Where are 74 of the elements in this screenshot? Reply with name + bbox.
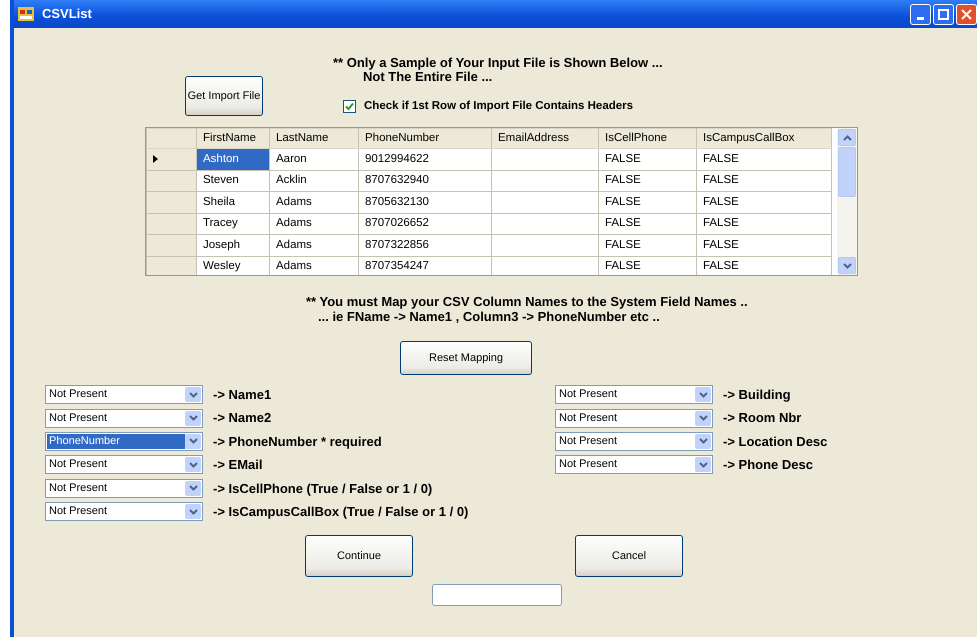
table-cell: FALSE: [696, 192, 832, 213]
column-header[interactable]: FirstName: [196, 128, 270, 148]
mapping-dropdown[interactable]: Not Present: [45, 385, 203, 404]
field-label: -> Room Nbr: [723, 409, 802, 428]
field-label: -> Name2: [213, 409, 272, 428]
field-label: -> PhoneNumber * required: [213, 432, 382, 451]
text-field[interactable]: [432, 584, 562, 606]
field-label: -> Building: [723, 386, 791, 404]
table-cell: FALSE: [696, 148, 832, 170]
app-icon: [18, 7, 34, 21]
table-cell: Adams: [270, 192, 358, 213]
headers-checkbox[interactable]: [343, 100, 356, 114]
column-header[interactable]: PhoneNumber: [358, 128, 492, 148]
table-cell: 8705632130: [358, 192, 492, 213]
mapping-dropdown[interactable]: PhoneNumber: [45, 432, 203, 451]
table-cell: FALSE: [598, 213, 696, 234]
mapping-dropdown[interactable]: Not Present: [555, 408, 713, 428]
scroll-up-button[interactable]: [838, 129, 856, 146]
column-header[interactable]: LastName: [270, 128, 358, 148]
table-cell: Aaron: [270, 148, 358, 170]
table-cell: FALSE: [598, 170, 696, 192]
table-cell: Joseph: [196, 234, 270, 256]
minimize-button[interactable]: [910, 4, 931, 24]
table-cell: Adams: [270, 213, 358, 234]
reset-mapping-button[interactable]: Reset Mapping: [400, 341, 532, 375]
table-cell: 8707632940: [358, 170, 492, 192]
scroll-thumb[interactable]: [838, 147, 856, 197]
table-cell: Tracey: [196, 213, 270, 234]
table-cell: Ashton: [196, 148, 270, 170]
mapping-dropdown[interactable]: Not Present: [45, 502, 203, 522]
close-button[interactable]: [956, 4, 977, 24]
continue-button[interactable]: Continue: [305, 535, 413, 578]
column-header[interactable]: IsCellPhone: [598, 128, 696, 148]
table-cell: Steven: [196, 170, 270, 192]
field-label: -> EMail: [213, 456, 262, 474]
table-cell: 8707026652: [358, 213, 492, 234]
table-cell: Adams: [270, 234, 358, 256]
table-cell: FALSE: [598, 192, 696, 213]
vertical-scrollbar[interactable]: [837, 128, 857, 275]
field-label: -> Name1: [213, 386, 272, 404]
current-row-icon: [153, 154, 158, 163]
table-cell: FALSE: [696, 213, 832, 234]
mapping-dropdown[interactable]: Not Present: [555, 432, 713, 451]
field-label: -> IsCampusCallBox (True / False or 1 / 0): [213, 502, 468, 521]
table-cell: FALSE: [696, 170, 832, 192]
table-cell: 8707322856: [358, 234, 492, 256]
table-cell: FALSE: [598, 234, 696, 256]
table-cell: 9012994622: [358, 148, 492, 170]
field-label: -> Location Desc: [723, 432, 828, 451]
window-title: CSVList: [42, 5, 92, 24]
checkbox-label: Check if 1st Row of Import File Contains Headers: [364, 99, 634, 114]
cancel-button[interactable]: Cancel: [575, 535, 683, 578]
table-cell: Sheila: [196, 192, 270, 213]
sample-notice: ** Only a Sample of Your Input File is Shown Below ... Not The Entire File ...: [333, 56, 663, 84]
minimize-icon: [917, 16, 924, 20]
field-label: -> IsCellPhone (True / False or 1 / 0): [213, 480, 432, 498]
column-header[interactable]: IsCampusCallBox: [696, 128, 832, 148]
table-cell: FALSE: [598, 148, 696, 170]
scroll-down-button[interactable]: [838, 257, 856, 274]
mapping-dropdown[interactable]: Not Present: [45, 408, 203, 428]
mapping-dropdown[interactable]: Not Present: [555, 385, 713, 404]
table-cell: Acklin: [270, 170, 358, 192]
maximize-button[interactable]: [933, 4, 954, 24]
get-import-file-button[interactable]: Get Import File: [185, 76, 263, 116]
maximize-icon: [938, 8, 949, 20]
mapping-dropdown[interactable]: Not Present: [45, 455, 203, 474]
column-header[interactable]: EmailAddress: [492, 128, 598, 148]
close-icon: [961, 8, 972, 20]
row-header-corner: [146, 128, 196, 148]
mapping-notice: ** You must Map your CSV Column Names to the System Field Names .. ... ie FName -> Name1 , Column3 -> PhoneNumber etc ..: [306, 294, 749, 324]
table-cell: FALSE: [696, 234, 832, 256]
mapping-dropdown[interactable]: Not Present: [555, 455, 713, 474]
mapping-dropdown[interactable]: Not Present: [45, 478, 203, 498]
field-label: -> Phone Desc: [723, 456, 813, 474]
